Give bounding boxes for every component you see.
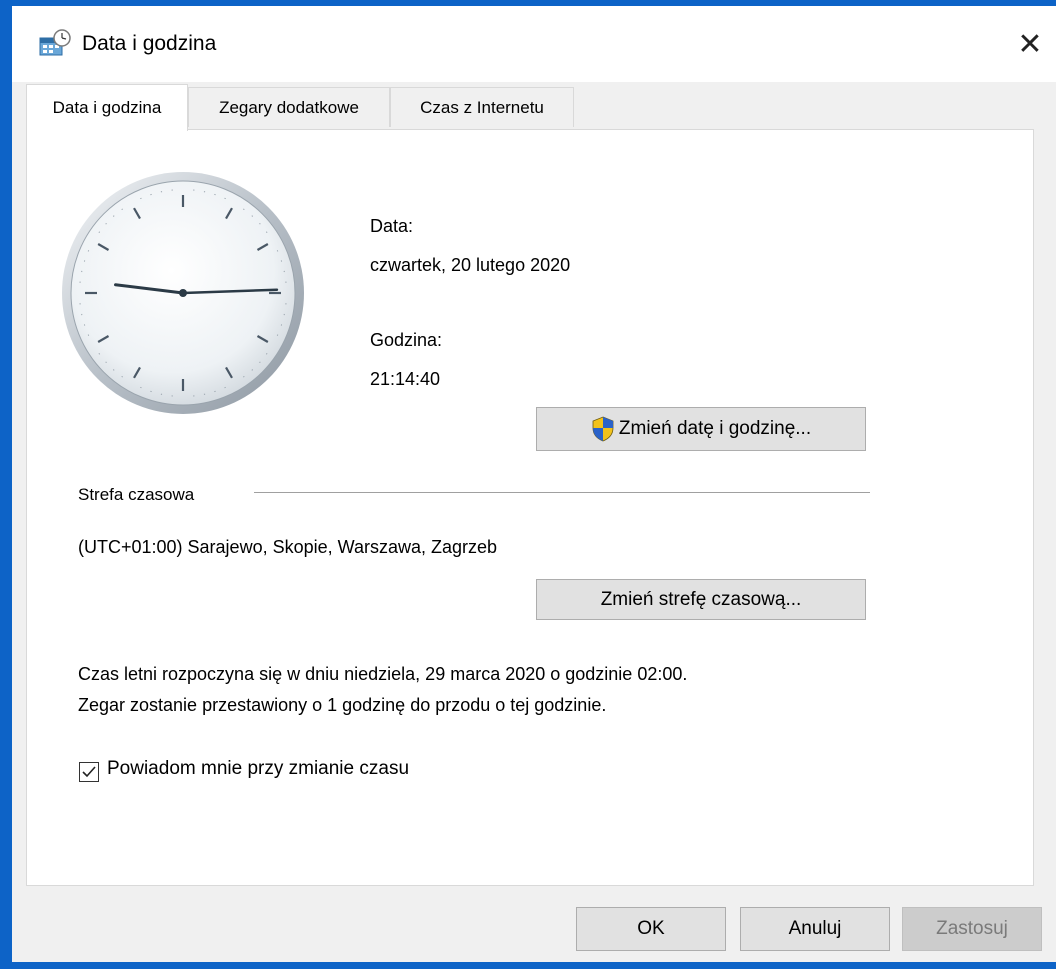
date-value: czwartek, 20 lutego 2020 xyxy=(370,255,571,275)
analog-clock xyxy=(62,172,304,414)
timezone-value: (UTC+01:00) Sarajewo, Skopie, Warszawa, … xyxy=(78,537,498,557)
timezone-divider xyxy=(254,492,870,493)
tab-additional-clocks[interactable]: Zegary dodatkowe xyxy=(188,87,390,127)
ok-button-label: OK xyxy=(637,918,665,939)
timezone-heading: Strefa czasowa xyxy=(78,485,195,504)
desktop-background-bottom xyxy=(0,962,1056,969)
clock-minute-tick xyxy=(265,231,268,233)
tab-internet-time[interactable]: Czas z Internetu xyxy=(390,87,574,127)
clock-minute-tick xyxy=(259,222,261,225)
clock-minute-tick xyxy=(121,208,123,211)
apply-button-label: Zastosuj xyxy=(936,918,1008,939)
close-button[interactable]: ✕ xyxy=(1004,6,1056,82)
clock-minute-tick xyxy=(98,353,101,355)
tab-label: Czas z Internetu xyxy=(420,97,544,117)
desktop-background-left xyxy=(0,0,12,969)
tab-label: Data i godzina xyxy=(52,98,162,117)
tab-label: Zegary dodatkowe xyxy=(219,97,359,117)
clock-minute-tick xyxy=(105,361,107,364)
clock-minute-tick xyxy=(251,215,254,217)
clock-minute-tick xyxy=(112,369,115,371)
notify-checkbox-label[interactable]: Powiadom mnie przy zmianie czasu xyxy=(107,758,409,780)
tab-date-time[interactable]: Data i godzina xyxy=(26,84,188,131)
ok-button[interactable]: OK xyxy=(576,907,726,951)
checkmark-icon xyxy=(82,766,96,778)
uac-shield-icon xyxy=(592,416,614,442)
clock-minute-tick xyxy=(98,231,101,233)
change-date-time-label: Zmień datę i godzinę... xyxy=(618,418,812,439)
change-timezone-button[interactable]: Zmień strefę czasową... xyxy=(536,579,866,620)
window-title: Data i godzina xyxy=(82,32,217,55)
time-label: Godzina: xyxy=(370,330,443,350)
apply-button[interactable]: Zastosuj xyxy=(902,907,1042,951)
change-timezone-label: Zmień strefę czasową... xyxy=(600,588,802,610)
clock-minute-tick xyxy=(265,353,268,355)
clock-minute-tick xyxy=(251,369,254,371)
clock-center xyxy=(179,289,187,297)
dst-info-line2: Zegar zostanie przestawiony o 1 godzinę … xyxy=(78,695,607,715)
clock-minute-tick xyxy=(112,215,115,217)
cancel-button[interactable]: Anuluj xyxy=(740,907,890,951)
date-label: Data: xyxy=(370,216,414,236)
close-icon: ✕ xyxy=(1017,27,1043,61)
notify-checkbox[interactable] xyxy=(79,762,99,782)
clock-minute-tick xyxy=(243,208,245,211)
time-value: 21:14:40 xyxy=(370,369,441,389)
clock-minute-tick xyxy=(121,375,123,378)
cancel-button-label: Anuluj xyxy=(788,918,842,939)
clock-minute-tick xyxy=(259,361,261,364)
datetime-icon xyxy=(39,29,71,56)
change-date-time-button[interactable]: Zmień datę i godzinę... xyxy=(536,407,866,451)
clock-minute-tick xyxy=(105,222,107,225)
dst-info-line1: Czas letni rozpoczyna się w dniu niedzie… xyxy=(78,664,688,684)
clock-minute-tick xyxy=(243,375,245,378)
title-bar[interactable]: Data i godzina ✕ xyxy=(12,6,1056,82)
